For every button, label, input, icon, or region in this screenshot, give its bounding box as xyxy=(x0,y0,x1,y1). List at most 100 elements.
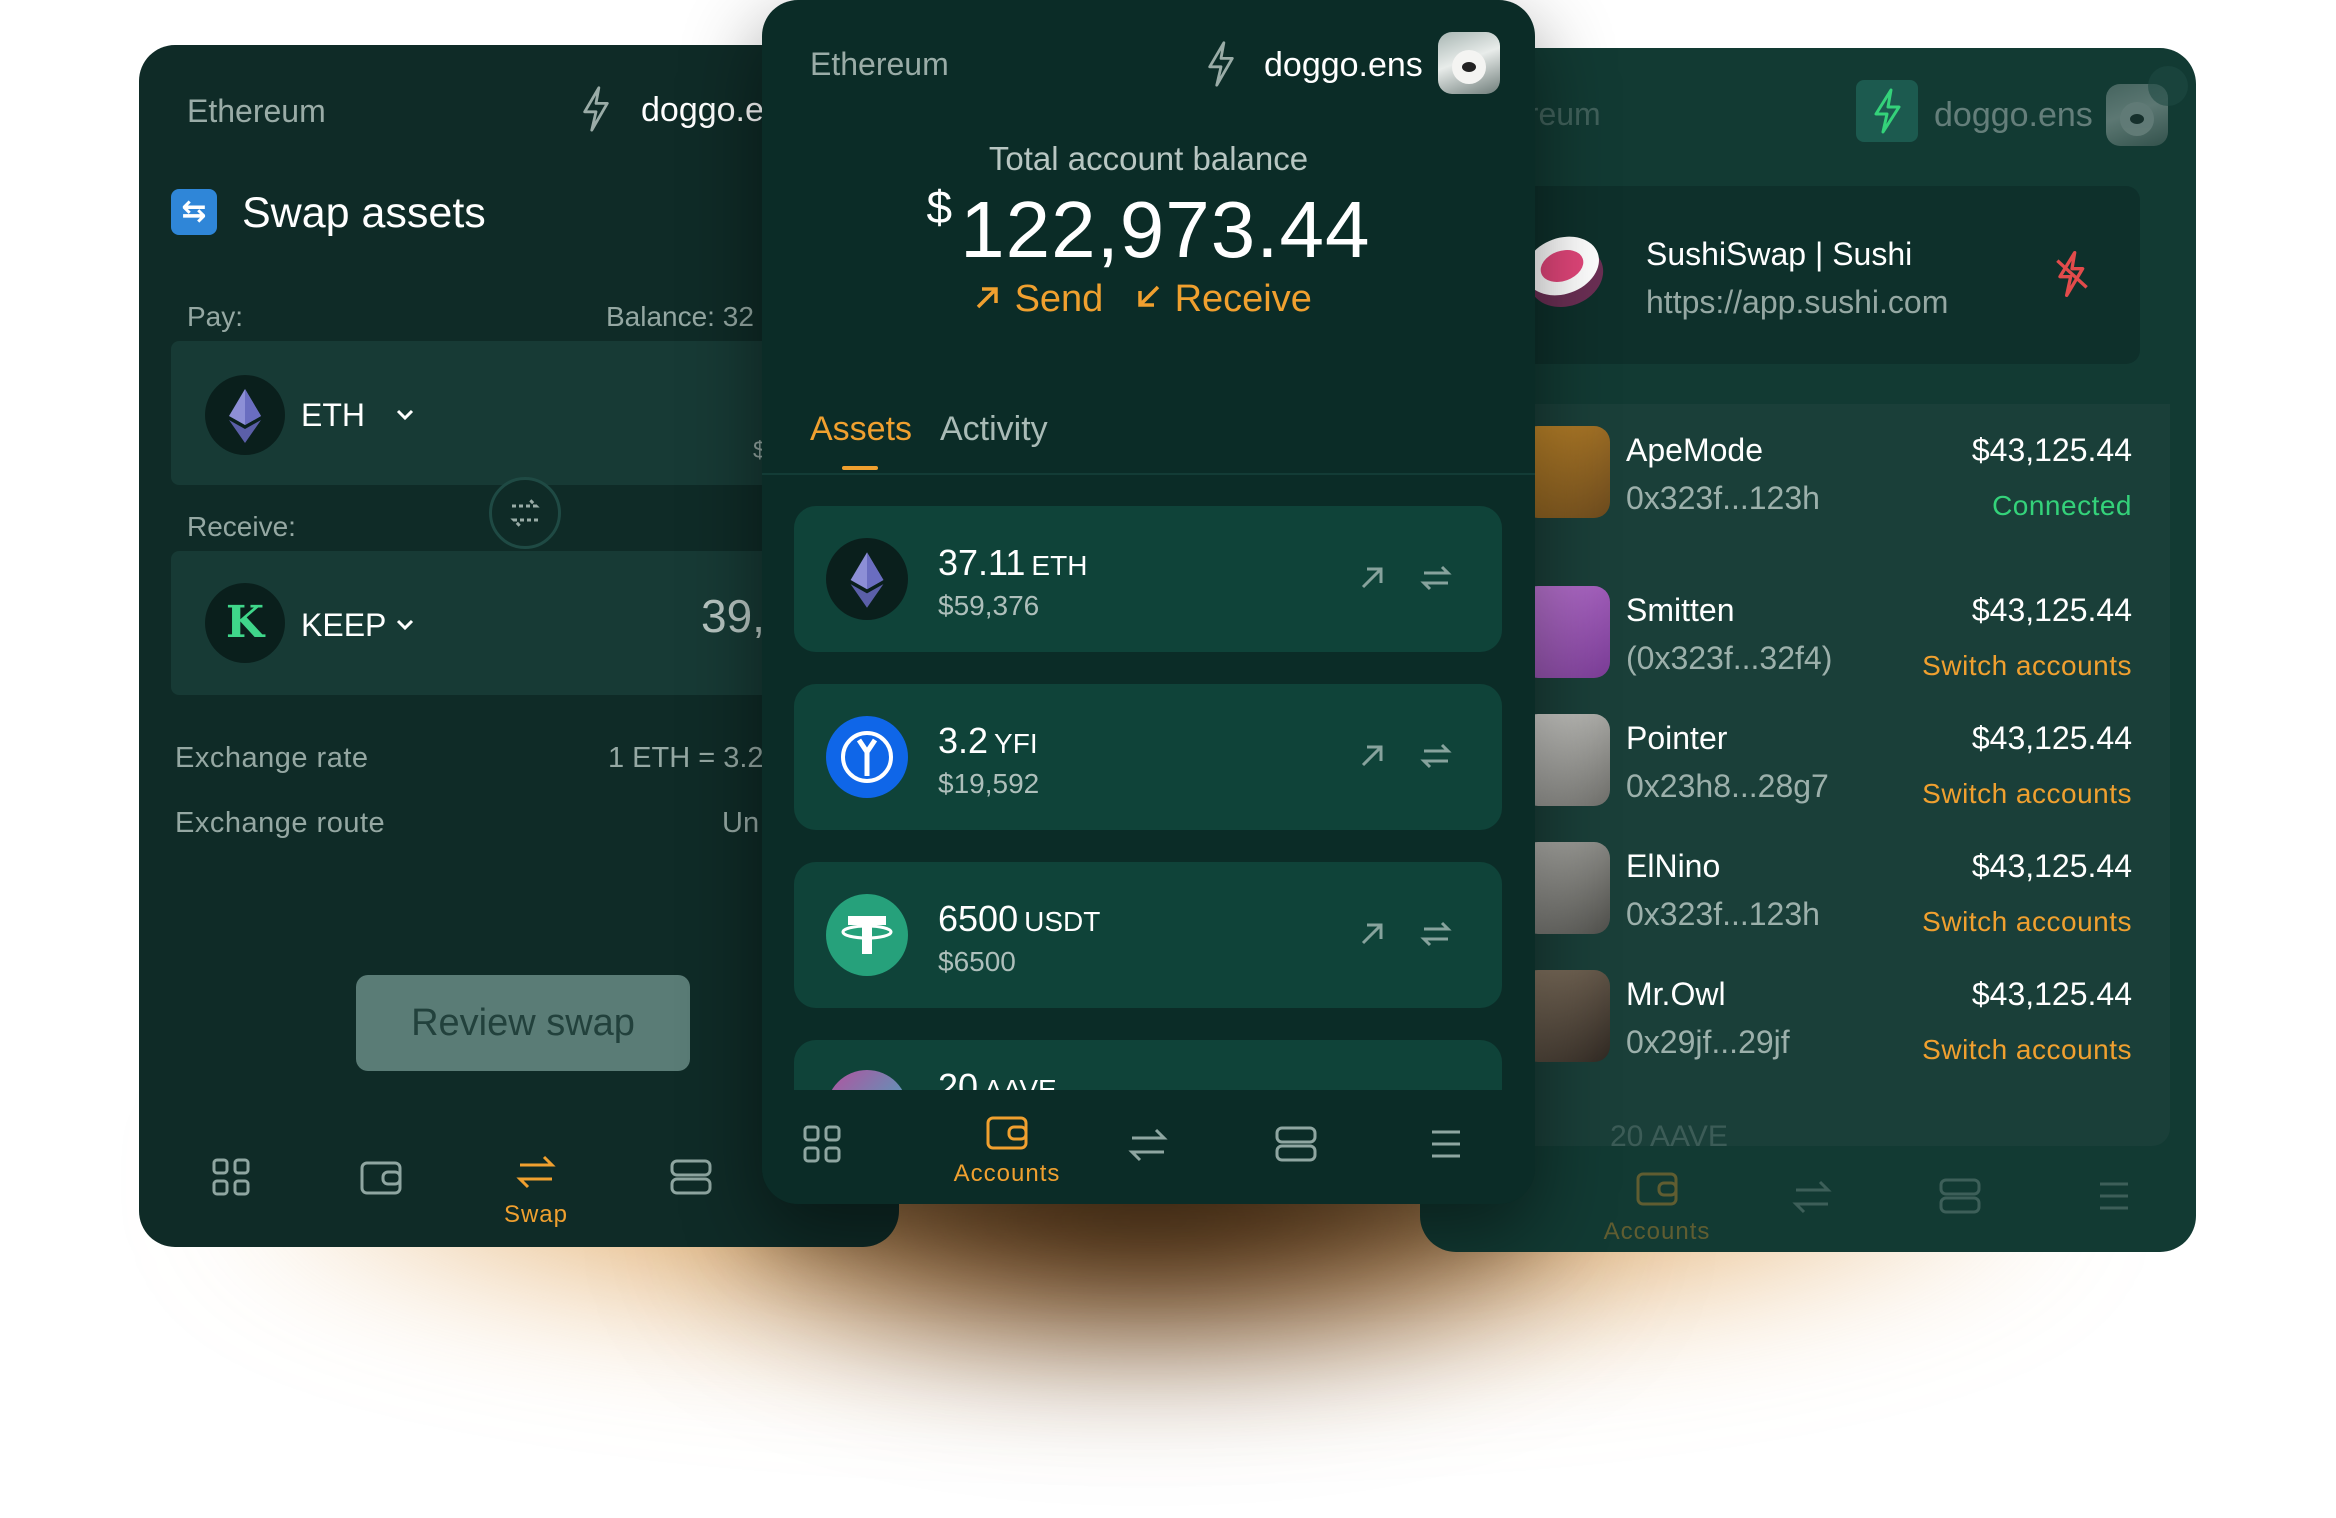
ens-name[interactable]: doggo.e xyxy=(641,91,764,130)
menu-icon[interactable] xyxy=(2094,1176,2134,1216)
arrow-up-right-icon[interactable] xyxy=(1358,918,1388,948)
tab-activity[interactable]: Activity xyxy=(940,410,1048,449)
swap-arrows-icon[interactable] xyxy=(1420,562,1452,594)
swap-arrows-icon[interactable] xyxy=(1792,1176,1832,1216)
network-label: Ethereum xyxy=(810,46,949,82)
chevron-down-icon[interactable] xyxy=(393,613,417,637)
account-balance: $43,125.44 xyxy=(1971,720,2132,756)
pay-label: Pay: xyxy=(187,301,244,332)
connection-indicator[interactable] xyxy=(1856,80,1918,142)
ens-name[interactable]: doggo.ens xyxy=(1264,46,1423,85)
nav-accounts[interactable]: Accounts xyxy=(922,1112,1092,1202)
nav-accounts[interactable] xyxy=(329,1117,433,1247)
asset-value: $19,592 xyxy=(938,768,1040,799)
frames-icon[interactable] xyxy=(1274,1124,1318,1164)
account-name[interactable]: ApeMode xyxy=(1626,432,1763,469)
tab-assets[interactable]: Assets xyxy=(810,410,912,449)
receive-button[interactable]: Receive xyxy=(1132,278,1312,321)
switch-accounts-link[interactable]: Switch accounts xyxy=(1922,778,2132,810)
total-balance: $122,973.44 xyxy=(762,180,1535,276)
swap-arrows-icon xyxy=(510,498,540,528)
yfi-token-icon xyxy=(826,716,908,798)
exchange-rate-value: 1 ETH = 3.2 xyxy=(608,742,764,774)
exchange-route-value: Un xyxy=(722,807,760,839)
account-address: 0x323f...123h xyxy=(1626,480,1820,516)
tab-indicator xyxy=(842,466,878,470)
asset-row[interactable]: 3.2 YFI $19,592 xyxy=(794,684,1502,830)
grid-icon xyxy=(212,1158,250,1196)
nav-dashboard[interactable] xyxy=(179,1117,283,1247)
account-balance: $43,125.44 xyxy=(1971,592,2132,628)
disconnect-icon[interactable] xyxy=(2052,250,2092,298)
arrow-up-right-icon[interactable] xyxy=(1358,740,1388,770)
account-address: 0x29jf...29jf xyxy=(1626,1024,1790,1060)
bell-icon[interactable] xyxy=(2148,66,2188,106)
ens-name: doggo.ens xyxy=(1934,96,2093,134)
balance-label: Balance: 32 xyxy=(606,301,754,332)
frames-icon xyxy=(670,1159,712,1195)
nav-nfts[interactable] xyxy=(639,1117,743,1247)
swap-arrows-icon[interactable] xyxy=(1420,740,1452,772)
divider xyxy=(762,473,1535,475)
account-address: (0x323f...32f4) xyxy=(1626,640,1833,676)
bolt-icon xyxy=(1874,88,1901,134)
bottom-nav: Accounts xyxy=(1420,1146,2196,1252)
wallet-icon xyxy=(986,1116,1028,1150)
account-name[interactable]: Mr.Owl xyxy=(1626,976,1726,1013)
network-label: Ethereum xyxy=(187,93,326,129)
arrow-down-left-icon xyxy=(1138,285,1160,307)
page-title: Swap assets xyxy=(242,189,486,237)
receive-token: KEEP xyxy=(301,607,387,643)
dapp-name: SushiSwap | Sushi xyxy=(1646,236,1913,272)
chevron-down-icon[interactable] xyxy=(393,403,417,427)
swap-arrows-icon[interactable] xyxy=(1128,1124,1168,1164)
send-button[interactable]: Send xyxy=(972,278,1103,321)
switch-accounts-link[interactable]: Switch accounts xyxy=(1922,906,2132,938)
asset-quantity: 6500 USDT xyxy=(938,898,1101,939)
exchange-route-label: Exchange route xyxy=(175,807,386,839)
switch-accounts-link[interactable]: Switch accounts xyxy=(1922,650,2132,682)
asset-row[interactable]: 37.11 ETH $59,376 xyxy=(794,506,1502,652)
account-address: 0x23h8...28g7 xyxy=(1626,768,1829,804)
wallet-icon xyxy=(1636,1172,1678,1206)
asset-row[interactable]: 6500 USDT $6500 xyxy=(794,862,1502,1008)
account-name[interactable]: Smitten xyxy=(1626,592,1734,629)
accounts-panel: ereum doggo.ens SushiSwap | Sushi https:… xyxy=(1420,48,2196,1252)
dapp-url[interactable]: https://app.sushi.com xyxy=(1646,284,1948,321)
swap-icon: ⇆ xyxy=(171,189,217,235)
arrow-up-right-icon[interactable] xyxy=(1358,562,1388,592)
avatar xyxy=(1522,714,1610,806)
wallet-panel: Ethereum doggo.ens Total account balance… xyxy=(762,0,1535,1204)
send-label: Send xyxy=(1014,278,1104,320)
account-name[interactable]: ElNino xyxy=(1626,848,1720,885)
bolt-icon[interactable] xyxy=(579,85,613,133)
menu-icon[interactable] xyxy=(1426,1124,1466,1164)
swap-arrows-icon xyxy=(516,1155,556,1189)
switch-accounts-link[interactable]: Switch accounts xyxy=(1922,1034,2132,1066)
flip-button[interactable] xyxy=(489,477,561,549)
nav-swap[interactable]: Swap xyxy=(477,1117,595,1247)
profile-avatar[interactable] xyxy=(1438,32,1500,94)
nav-accounts[interactable]: Accounts xyxy=(1592,1146,1722,1252)
avatar xyxy=(1522,426,1610,518)
account-name[interactable]: Pointer xyxy=(1626,720,1727,757)
nav-accounts-label: Accounts xyxy=(1603,1218,1711,1245)
avatar xyxy=(1522,842,1610,934)
exchange-rate-label: Exchange rate xyxy=(175,742,369,774)
asset-quantity: 3.2 YFI xyxy=(938,720,1038,761)
grid-icon[interactable] xyxy=(802,1124,842,1164)
asset-value: $59,376 xyxy=(938,590,1040,621)
eth-token-icon xyxy=(826,538,908,620)
eth-token-icon xyxy=(205,375,285,455)
bottom-nav: Accounts xyxy=(762,1090,1535,1204)
avatar xyxy=(1522,586,1610,678)
bolt-icon[interactable] xyxy=(1204,40,1238,88)
pay-token: ETH xyxy=(301,397,365,433)
arrow-up-right-icon xyxy=(976,287,998,309)
receive-label: Receive: xyxy=(187,511,296,542)
swap-arrows-icon[interactable] xyxy=(1420,918,1452,950)
review-swap-button[interactable]: Review swap xyxy=(356,975,690,1071)
usdt-token-icon xyxy=(826,894,908,976)
frames-icon[interactable] xyxy=(1938,1176,1982,1216)
account-address: 0x323f...123h xyxy=(1626,896,1820,932)
